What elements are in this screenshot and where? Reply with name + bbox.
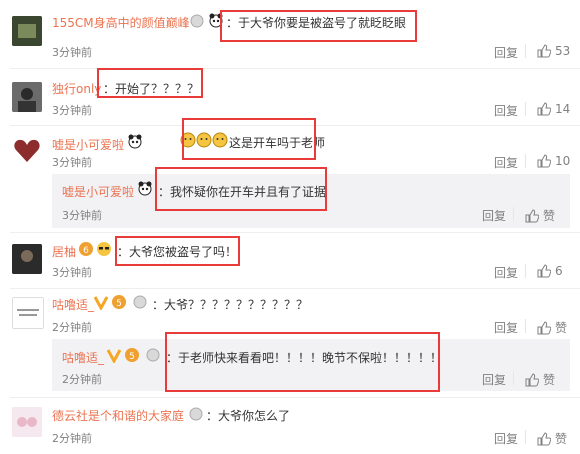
reply-button[interactable]: 回复 [494, 430, 518, 447]
like-button[interactable]: 10 [537, 154, 570, 168]
username[interactable]: 嘘是小可爱啦 [52, 136, 124, 153]
thumbs-up-icon [537, 431, 551, 445]
username[interactable]: 德云社是个和谐的大家庭 [52, 407, 184, 424]
thumbs-up-icon [537, 102, 551, 116]
divider [513, 207, 514, 221]
username[interactable]: 155CM身高中的颜值巅峰 [52, 14, 190, 31]
username[interactable]: 独行only [52, 80, 101, 97]
highlight-box [115, 236, 240, 266]
thumbs-up-icon [525, 208, 539, 222]
verified-v-icon [93, 294, 109, 313]
thumbs-up-icon [537, 44, 551, 58]
rank-badge-icon: 5 [124, 347, 140, 366]
svg-text:6: 6 [83, 246, 89, 256]
reply-button[interactable]: 回复 [494, 102, 518, 119]
rank-badge-icon: 5 [111, 294, 127, 313]
avatar[interactable] [12, 407, 42, 437]
vip-badge-icon [190, 14, 204, 31]
timestamp: 2分钟前 [52, 432, 92, 445]
divider [525, 430, 526, 444]
avatar[interactable] [12, 136, 42, 166]
panda-emoji-icon [137, 180, 153, 199]
reply-button[interactable]: 回复 [482, 207, 506, 224]
timestamp: 3分钟前 [62, 209, 102, 222]
divider [525, 264, 526, 278]
timestamp: 3分钟前 [52, 46, 92, 59]
like-count: 14 [555, 102, 571, 116]
like-button[interactable]: 53 [537, 44, 570, 58]
comment-text: ：大爷你怎么了 [206, 409, 291, 423]
highlight-box [97, 68, 203, 98]
divider [525, 44, 526, 58]
panda-emoji-icon [127, 133, 143, 152]
timestamp: 2分钟前 [52, 321, 92, 334]
like-button[interactable]: 赞 [525, 207, 555, 224]
reply-button[interactable]: 回复 [494, 44, 518, 61]
highlight-box [165, 332, 440, 392]
thumbs-up-icon [525, 372, 539, 386]
reply-button[interactable]: 回复 [494, 319, 518, 336]
username[interactable]: 咕噜适_ [62, 349, 104, 366]
reply-button[interactable]: 回复 [494, 154, 518, 171]
avatar[interactable] [12, 297, 44, 329]
like-label: 赞 [543, 209, 556, 223]
vip-badge-icon [146, 348, 160, 365]
vip-badge-icon [133, 295, 147, 312]
divider [525, 154, 526, 168]
rank-badge-icon: 6 [78, 241, 94, 260]
avatar[interactable] [12, 244, 42, 274]
like-label: 赞 [555, 321, 568, 335]
divider [525, 102, 526, 116]
timestamp: 2分钟前 [62, 373, 102, 386]
like-count: 10 [555, 154, 571, 168]
highlight-box [155, 167, 327, 211]
highlight-box [220, 10, 417, 42]
timestamp: 3分钟前 [52, 266, 92, 279]
username[interactable]: 咕噜适_ [52, 296, 94, 313]
like-button[interactable]: 赞 [537, 430, 567, 447]
like-label: 赞 [543, 373, 556, 387]
thumbs-up-icon [537, 264, 551, 278]
reply-button[interactable]: 回复 [482, 371, 506, 388]
comment-item: 居柚 6 ：大爷您被盗号了吗！ 3分钟前 回复 6 [0, 233, 580, 288]
highlight-box [182, 118, 316, 160]
comment-item: 德云社是个和谐的大家庭 ：大爷你怎么了 2分钟前 回复 赞 [0, 398, 580, 454]
like-count: 6 [555, 264, 563, 278]
row-divider [10, 68, 580, 69]
sunglasses-emoji-icon [96, 241, 112, 260]
comment-text: ：大爷？？？？？？？？？？ [152, 298, 309, 312]
timestamp: 3分钟前 [52, 156, 92, 169]
username[interactable]: 嘘是小可爱啦 [62, 183, 134, 200]
svg-text:5: 5 [116, 299, 122, 309]
vip-badge-icon [189, 407, 203, 424]
divider [513, 371, 514, 385]
avatar[interactable] [12, 16, 42, 46]
like-count: 53 [555, 44, 571, 58]
like-button[interactable]: 14 [537, 102, 570, 116]
divider [525, 319, 526, 333]
avatar[interactable] [12, 82, 42, 112]
like-button[interactable]: 6 [537, 264, 563, 278]
like-button[interactable]: 赞 [537, 319, 567, 336]
verified-v-icon [106, 347, 122, 366]
reply-button[interactable]: 回复 [494, 264, 518, 281]
thumbs-up-icon [537, 154, 551, 168]
comment-feed: { "comments": [ { "user": "155CM身高中的颜值巅峰… [0, 0, 580, 454]
thumbs-up-icon [537, 320, 551, 334]
timestamp: 3分钟前 [52, 104, 92, 117]
like-button[interactable]: 赞 [525, 371, 555, 388]
username[interactable]: 居柚 [52, 243, 76, 260]
svg-text:5: 5 [129, 352, 135, 362]
like-label: 赞 [555, 432, 568, 446]
